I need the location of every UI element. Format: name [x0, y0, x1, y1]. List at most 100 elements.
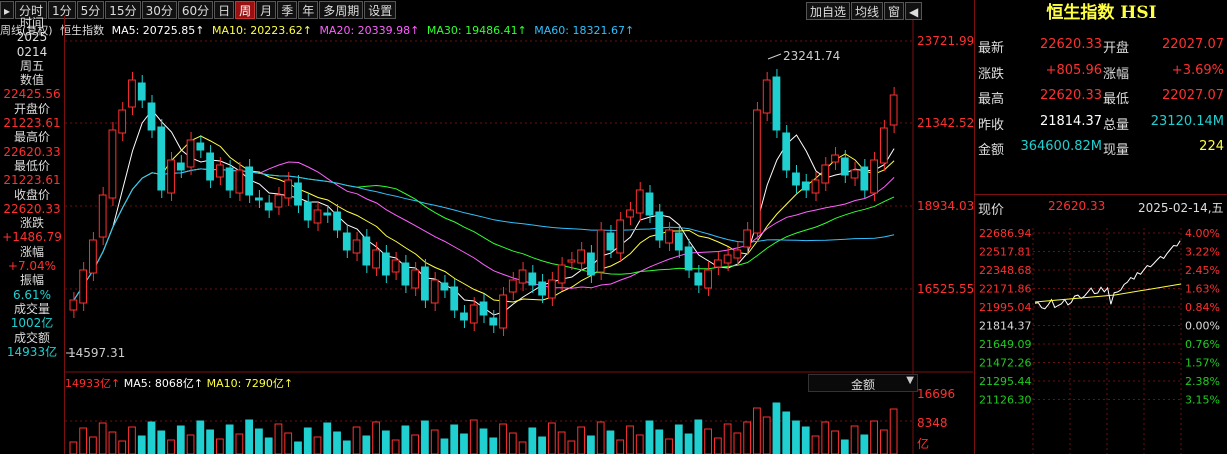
open-value: 21223.61: [3, 116, 61, 131]
close-value: 22620.33: [3, 201, 61, 216]
candle-body: [694, 272, 703, 286]
volume-bar: [538, 436, 546, 454]
volume-bar: [372, 421, 380, 454]
mini-price-tick: 21649.09: [979, 338, 1032, 351]
candle-body: [479, 301, 488, 316]
volume-bar: [684, 433, 693, 454]
volume-bar: [186, 434, 195, 454]
volume-bar: [89, 436, 97, 454]
volume-bar: [98, 422, 107, 454]
volume-value: 1002亿: [10, 316, 54, 331]
quote-value: 364600.82M: [1020, 139, 1102, 154]
open-label: 开盘价: [13, 101, 50, 116]
period-tab-6[interactable]: 日: [214, 1, 235, 19]
volume-bar: [792, 420, 800, 454]
volume-bar: [831, 430, 839, 454]
volume-bar: [176, 425, 185, 454]
period-tab-4[interactable]: 30分: [141, 1, 177, 19]
change-value: +1486.79: [2, 230, 62, 245]
candle-body: [401, 262, 410, 286]
quote-label: 最低: [1103, 92, 1130, 107]
candle-body: [704, 269, 712, 289]
window-button[interactable]: 窗: [884, 2, 905, 20]
candle-body: [889, 94, 898, 126]
period-tab-9[interactable]: 季: [277, 1, 298, 19]
volume-bar: [489, 437, 498, 454]
candle-body: [870, 159, 878, 194]
pct-label: 涨幅: [19, 244, 44, 259]
period-tab-5[interactable]: 60分: [177, 1, 214, 19]
volume-metric-select[interactable]: 金额 ▼: [808, 374, 918, 392]
volume-bar: [665, 438, 673, 454]
volume-bar: [108, 431, 117, 454]
ma-line: [73, 168, 895, 301]
period-tab-10[interactable]: 年: [298, 1, 319, 19]
period-tab-2[interactable]: 5分: [76, 1, 105, 19]
candle-body: [284, 179, 293, 199]
volume-bar: [626, 425, 634, 454]
candle-body: [235, 169, 244, 194]
volume-bar: [352, 426, 361, 454]
candle-body: [450, 286, 459, 311]
period-tab-8[interactable]: 月: [256, 1, 277, 19]
volume-bar: [713, 437, 722, 454]
quote-value: 224: [1199, 139, 1224, 154]
amount-label: 成交额: [13, 330, 50, 345]
volume-bar: [440, 438, 449, 454]
volume-bar: [743, 421, 752, 454]
period-tab-12[interactable]: 设置: [364, 1, 397, 19]
volume-bar: [381, 430, 390, 454]
low-value: 21223.61: [3, 173, 61, 188]
collapse-icon[interactable]: ◀: [905, 2, 923, 20]
volume-bar: [655, 429, 664, 454]
candle-body: [137, 82, 146, 101]
vol-tick-1: 16696: [917, 387, 955, 401]
quote-value: 22027.07: [1161, 88, 1224, 103]
amp-label: 振幅: [19, 273, 44, 288]
intraday-mini-chart[interactable]: 22686.94 4.00% 22517.81 3.22% 22348.68 2.45% 2…: [975, 222, 1227, 454]
volume-bar: [69, 441, 78, 454]
add-favorite-button[interactable]: 加自选: [806, 2, 851, 20]
high-value: 22620.33: [3, 144, 61, 159]
mini-price-tick: 21995.04: [979, 301, 1032, 314]
period-tab-11[interactable]: 多周期: [319, 1, 364, 19]
candle-body: [850, 169, 859, 179]
mini-pct-tick: 3.22%: [1185, 246, 1220, 259]
volume-bar: [801, 426, 810, 454]
candle-body: [89, 239, 97, 274]
volume-bar: [596, 421, 605, 454]
volume-bar: [79, 427, 88, 454]
candle-body: [753, 109, 761, 234]
volume-bar: [157, 430, 166, 454]
ma-toggle-button[interactable]: 均线: [851, 2, 884, 20]
ma-line: [73, 161, 895, 301]
candle-body: [460, 312, 468, 321]
period-tab-7[interactable]: 周: [235, 1, 256, 19]
candle-body: [176, 162, 185, 171]
volume-bar: [196, 420, 205, 454]
mini-price-tick: 21126.30: [979, 394, 1032, 407]
volume-bar: [889, 408, 898, 454]
candle-body: [792, 172, 800, 186]
candle-body: [264, 202, 273, 211]
volume-bar: [616, 439, 625, 454]
volume-bar: [323, 422, 332, 454]
candle-body: [811, 179, 820, 194]
date-value: 0214: [16, 44, 48, 59]
mini-price-tick: 22171.86: [979, 283, 1032, 296]
mini-pct-tick: 0.76%: [1185, 338, 1220, 351]
candle-body: [391, 259, 400, 273]
mini-price-tick: 21814.37: [979, 320, 1032, 333]
period-tab-3[interactable]: 15分: [105, 1, 141, 19]
volume-bar: [284, 432, 293, 454]
candle-body: [128, 79, 136, 108]
volume-bar: [870, 420, 878, 454]
mini-pct-tick: 0.00%: [1185, 320, 1220, 333]
candle-body: [665, 229, 673, 244]
candle-body: [508, 279, 517, 293]
quote-row: 最高 22620.33 最低 22027.07: [975, 84, 1227, 108]
volume-bar: [137, 435, 146, 454]
candle-body: [499, 294, 507, 329]
volume-bar: [362, 435, 371, 454]
candle-body: [762, 79, 771, 114]
